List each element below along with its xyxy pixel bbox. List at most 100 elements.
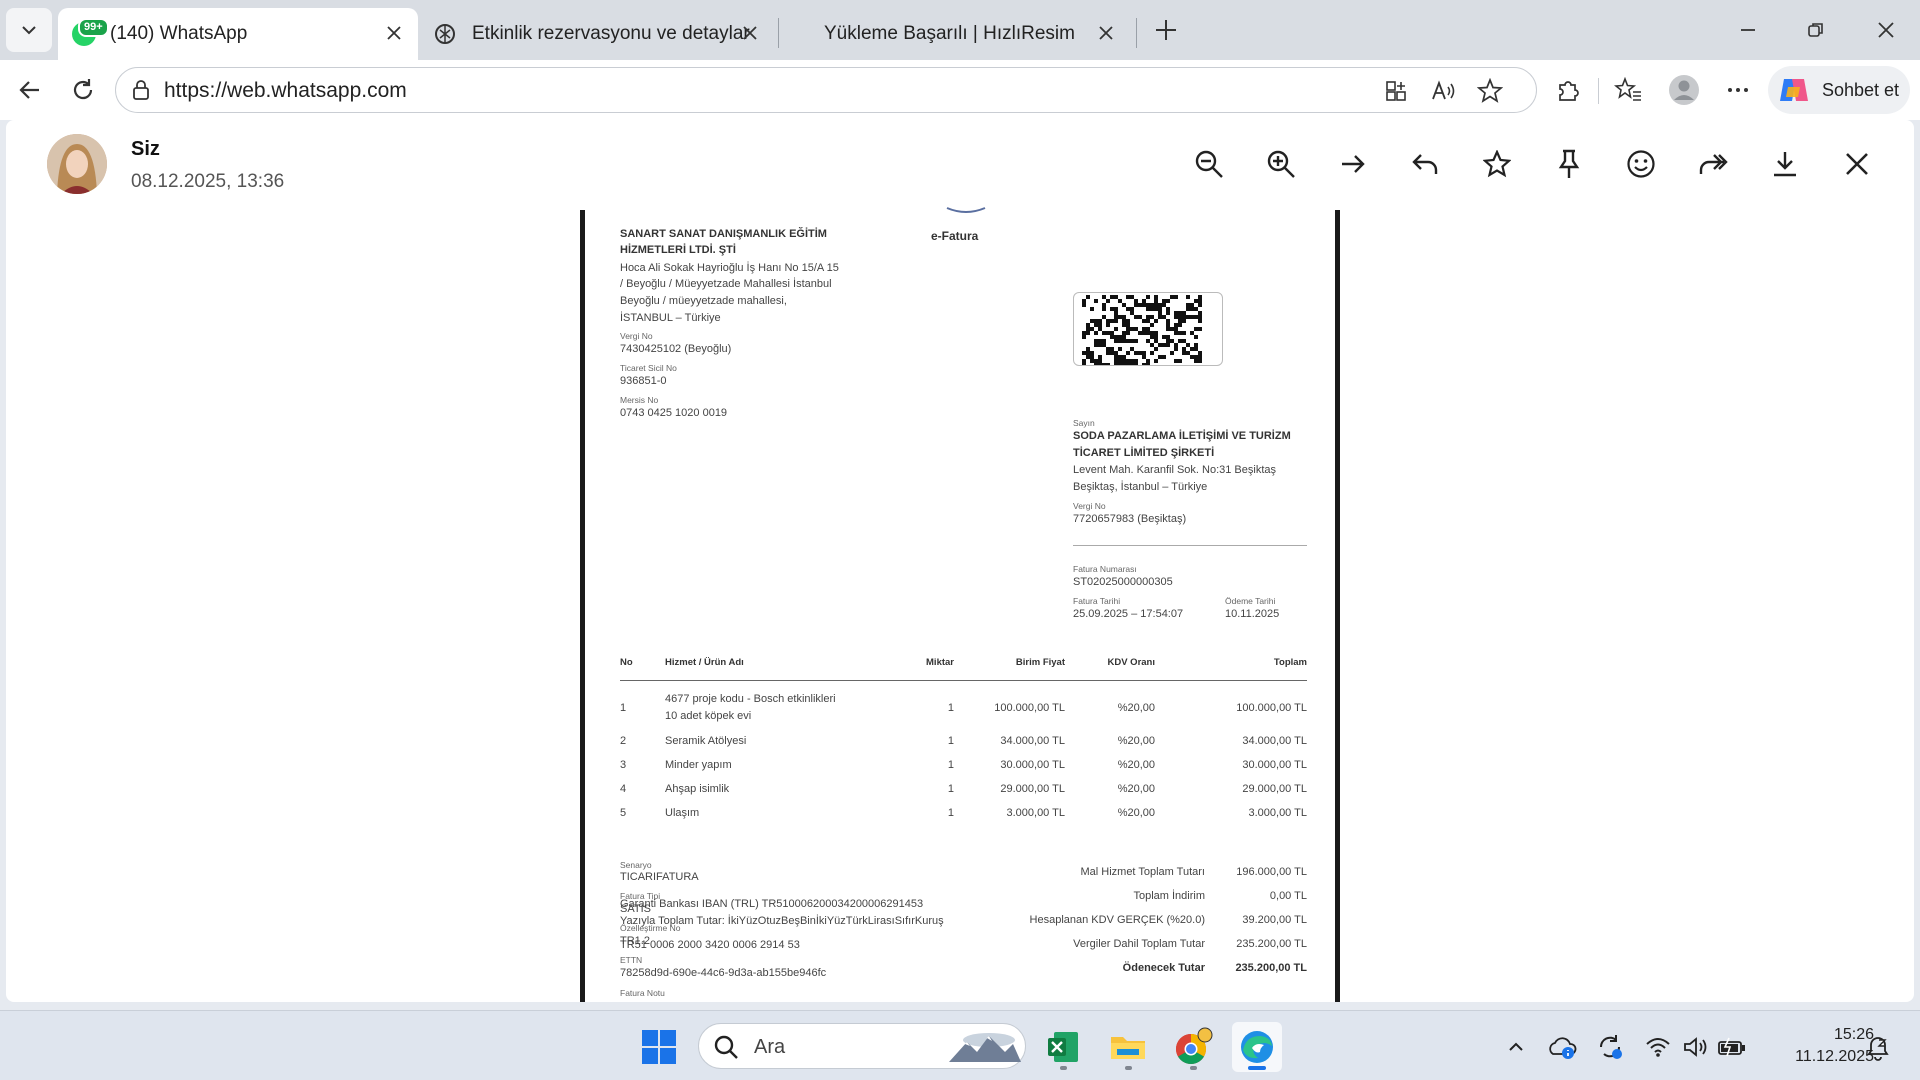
copilot-button[interactable]: Sohbet et — [1768, 66, 1910, 114]
meta-value: TR1.2 — [620, 935, 650, 947]
taskbar-excel[interactable] — [1038, 1022, 1088, 1072]
tab-label: Etkinlik rezervasyonu ve detaylar — [472, 23, 750, 44]
chevron-down-icon — [22, 26, 36, 35]
buyer-vergi-no: 7720657983 (Beşiktaş) — [1073, 513, 1187, 525]
refresh-button[interactable] — [63, 70, 103, 110]
viewer-header: Siz 08.12.2025, 13:36 — [6, 120, 1914, 210]
browser-toolbar: https://web.whatsapp.com Sohbet et — [0, 60, 1920, 120]
download-icon — [1774, 152, 1796, 177]
row-no: 5 — [620, 807, 627, 819]
cloud-info-icon — [1549, 1037, 1577, 1059]
close-tab-button[interactable] — [382, 21, 406, 45]
new-tab-button[interactable] — [1146, 10, 1186, 50]
show-hidden-icons-button[interactable] — [1500, 1031, 1532, 1063]
excel-icon — [1048, 1032, 1078, 1062]
tab-hizliresim[interactable]: Yükleme Başarılı | HızlıResim — [784, 8, 1130, 60]
wifi-icon — [1646, 1038, 1670, 1057]
search-label: Ara — [754, 1036, 786, 1058]
sender-name: Siz — [131, 138, 160, 160]
tab-actions-menu[interactable] — [6, 8, 52, 52]
avatar[interactable] — [47, 134, 107, 194]
fatura-tarihi: 25.09.2025 – 17:54:07 — [1073, 608, 1184, 620]
taskbar-file-explorer[interactable] — [1103, 1022, 1153, 1072]
taskbar-clock[interactable]: 15:26 11.12.2025 — [1764, 1024, 1874, 1068]
close-icon — [1878, 22, 1894, 38]
favorite-button[interactable] — [1470, 71, 1510, 111]
invoice-image[interactable]: SANART SANAT DANIŞMANLIK EĞİTİM HİZMETLE… — [580, 207, 1340, 1002]
forward-button[interactable] — [1691, 142, 1735, 186]
close-viewer-button[interactable] — [1835, 142, 1879, 186]
read-aloud-icon — [1432, 80, 1455, 100]
favorites-icon — [1614, 77, 1641, 101]
total-label: Toplam İndirim — [1133, 890, 1205, 902]
wifi-tray-icon[interactable] — [1642, 1031, 1674, 1063]
volume-tray-icon[interactable] — [1680, 1031, 1712, 1063]
taskbar-chrome[interactable] — [1168, 1022, 1218, 1072]
tab-whatsapp[interactable]: 99+ (140) WhatsApp — [58, 8, 418, 60]
restore-button[interactable] — [1796, 10, 1836, 50]
row-kdv: %20,00 — [1117, 702, 1155, 714]
star-message-button[interactable] — [1475, 142, 1519, 186]
total-label: Hesaplanan KDV GERÇEK (%20.0) — [1029, 914, 1205, 926]
total-label: Mal Hizmet Toplam Tutarı — [1080, 866, 1205, 878]
divider — [1073, 545, 1307, 546]
apps-icon — [1386, 81, 1406, 101]
profile-button[interactable] — [1664, 70, 1704, 110]
battery-tray-icon[interactable] — [1716, 1031, 1748, 1063]
close-icon — [1099, 26, 1113, 40]
sync-tray-icon[interactable] — [1594, 1031, 1626, 1063]
notification-badge: 99+ — [78, 18, 109, 37]
buyer-vergi-label: Vergi No — [1073, 501, 1106, 511]
close-window-button[interactable] — [1866, 10, 1906, 50]
buyer-address-line: Beşiktaş, İstanbul – Türkiye — [1073, 481, 1208, 493]
bell-z-icon — [1867, 1037, 1889, 1061]
media-viewer: Siz 08.12.2025, 13:36 SANART SANAT DANIŞ… — [6, 120, 1914, 1002]
whatsapp-icon: 99+ — [72, 18, 109, 46]
download-button[interactable] — [1763, 142, 1807, 186]
tab-etkinlik[interactable]: Etkinlik rezervasyonu ve detaylar — [426, 8, 774, 60]
col-header-total: Toplam — [1273, 657, 1307, 668]
sync-icon — [1599, 1035, 1622, 1059]
buyer-name-line: SODA PAZARLAMA İLETİŞİMİ VE TURİZM — [1073, 430, 1291, 442]
close-tab-button[interactable] — [738, 21, 762, 45]
seller-address-line: / Beyoğlu / Müeyyetzade Mahallesi İstanb… — [620, 278, 832, 290]
pin-button[interactable] — [1547, 142, 1591, 186]
notifications-button[interactable] — [1862, 1031, 1894, 1063]
buyer-name-line: TİCARET LİMİTED ŞİRKETİ — [1073, 447, 1215, 459]
react-button[interactable] — [1619, 142, 1663, 186]
zoom-in-icon — [1267, 150, 1295, 178]
fatura-no: ST02025000000305 — [1073, 576, 1173, 588]
windows-logo-icon — [642, 1030, 676, 1064]
minimize-icon — [1741, 29, 1755, 31]
go-to-message-button[interactable] — [1331, 142, 1375, 186]
reply-button[interactable] — [1403, 142, 1447, 186]
zoom-in-button[interactable] — [1259, 142, 1303, 186]
mersis-label: Mersis No — [620, 395, 659, 405]
taskbar-search[interactable]: Ara — [698, 1023, 1026, 1069]
url-text[interactable]: https://web.whatsapp.com — [164, 79, 407, 103]
address-bar[interactable]: https://web.whatsapp.com — [115, 67, 1537, 113]
row-price: 3.000,00 TL — [1006, 807, 1065, 819]
message-timestamp: 08.12.2025, 13:36 — [131, 171, 285, 192]
minimize-button[interactable] — [1728, 10, 1768, 50]
favorites-button[interactable] — [1608, 70, 1648, 110]
start-button[interactable] — [634, 1022, 684, 1072]
col-header-kdv: KDV Oranı — [1107, 657, 1155, 668]
settings-more-button[interactable] — [1718, 70, 1758, 110]
ticaret-sicil-no: 936851-0 — [620, 375, 667, 387]
back-button[interactable] — [10, 70, 50, 110]
vergi-no-label: Vergi No — [620, 331, 653, 341]
zoom-out-button[interactable] — [1187, 142, 1231, 186]
total-value: 235.200,00 TL — [1236, 938, 1307, 950]
close-tab-button[interactable] — [1094, 21, 1118, 45]
extensions-button[interactable] — [1548, 70, 1588, 110]
read-aloud-button[interactable] — [1424, 71, 1464, 111]
clock-time: 15:26 — [1833, 1026, 1874, 1043]
running-indicator — [1060, 1066, 1067, 1070]
onedrive-tray-icon[interactable] — [1546, 1031, 1578, 1063]
taskbar-edge[interactable] — [1232, 1022, 1282, 1072]
battery-charging-icon — [1718, 1037, 1745, 1057]
app-available-button[interactable] — [1376, 71, 1416, 111]
row-kdv: %20,00 — [1117, 807, 1155, 819]
star-plus-icon — [1477, 78, 1503, 103]
